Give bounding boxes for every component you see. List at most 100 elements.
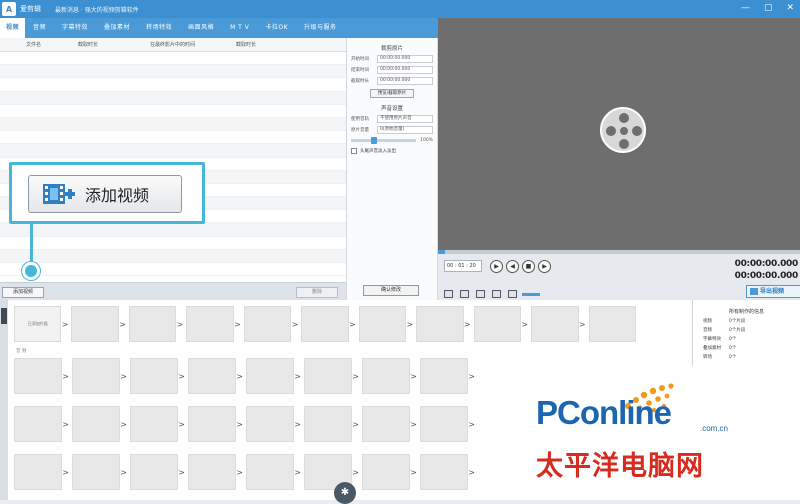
info-key: 转场 [703,355,712,360]
settings-icon[interactable] [492,290,501,298]
clip-slot[interactable]: > [130,406,185,442]
snapshot-icon[interactable] [444,290,453,298]
clip-slot[interactable]: > [416,306,471,342]
clip-slot[interactable]: > [188,358,243,394]
film-reel-icon [600,107,646,153]
app-logo: A [2,2,16,16]
title-bar: A 爱剪辑 最新消息 · 强大的视频剪辑软件 — ▢ ✕ [0,0,800,18]
clip-slot[interactable]: > [130,358,185,394]
clip-slot[interactable]: > [243,306,298,342]
clip-slot[interactable]: > [14,406,69,442]
end-time-label: 结束时间 [351,68,369,73]
preview-trim-button[interactable]: 预览/截取原片 [370,89,414,98]
audio-track-label: 音 频 [16,349,27,354]
clip-slot[interactable]: > [304,406,359,442]
list-item [0,105,346,118]
clip-slot[interactable]: > [420,454,475,490]
info-title: 所有制作的信息 [728,309,764,315]
clip-slot[interactable]: > [246,454,301,490]
info-value: 0个片段 [729,328,746,333]
confirm-button[interactable]: 确认修改 [363,285,419,296]
volume-slider[interactable] [351,137,417,144]
tab-overlay[interactable]: 叠加素材 [96,18,138,38]
app-name: 爱剪辑 [20,5,41,13]
clip-slot[interactable]: > [362,358,417,394]
add-video-button[interactable]: 添加视频 [2,287,44,298]
clip-slot[interactable]: > [531,306,586,342]
add-video-button-large[interactable]: 添加视频 [28,175,182,213]
start-time-input[interactable]: 00:00:00.000 [377,55,433,63]
watermark-brand: PConline [536,394,672,431]
clip-slot[interactable]: > [188,406,243,442]
tab-karaoke[interactable]: 卡拉OK [257,18,296,38]
next-frame-button[interactable]: ▶ [538,260,551,273]
clip-slot[interactable] [588,306,636,342]
tab-subtitle[interactable]: 字幕特效 [54,18,96,38]
clip-slot[interactable]: > [362,454,417,490]
minimize-button[interactable]: — [741,3,750,13]
clip-slot[interactable]: > [14,358,69,394]
clip-slot[interactable]: > [304,358,359,394]
clip-slot[interactable]: > [420,358,475,394]
clip-slot[interactable]: > [301,306,356,342]
clip-slot[interactable]: > [72,358,127,394]
clip-slot[interactable]: > [362,406,417,442]
delete-button[interactable]: 删除 [296,287,338,298]
col-duration[interactable]: 截取时长 [78,41,98,48]
timeline-zoom-knob[interactable]: ✱ [334,482,356,504]
add-video-callout: 添加视频 [9,162,205,224]
fade-checkbox[interactable] [351,148,357,154]
close-button[interactable]: ✕ [786,3,794,13]
time-input[interactable]: 00 : 01 : 20 [444,260,482,272]
playback-progress[interactable] [438,250,800,254]
clip-slot[interactable]: > [420,406,475,442]
clip-slot[interactable]: 已添加片段 > [14,306,68,342]
col-filename[interactable]: 文件名 [26,41,41,48]
list-item [0,144,346,158]
clip-slot[interactable]: > [72,406,127,442]
tab-mtv[interactable]: M T V [222,18,257,38]
trim-section-title: 裁剪原片 [380,46,403,52]
col-final-time[interactable]: 在最终影片中的时间 [150,41,195,48]
clip-slot[interactable]: > [71,306,126,342]
folder-icon[interactable] [460,290,469,298]
volume-icon[interactable] [508,290,517,298]
clip-slot[interactable]: > [72,454,127,490]
stop-button[interactable]: ■ [522,260,535,273]
timeline-handle[interactable] [1,308,7,324]
tab-audio[interactable]: 音频 [25,18,54,38]
clip-slot[interactable]: > [130,454,185,490]
first-slot-text: 已添加片段 [27,321,48,326]
list-item [0,131,346,145]
volume-input[interactable]: 0(原始音量) [377,126,433,134]
clip-slot[interactable]: > [186,306,241,342]
tab-video[interactable]: 视频 [0,18,26,38]
watermark-domain: .com.cn [700,424,729,433]
maximize-button[interactable]: ▢ [764,3,773,13]
clip-slot[interactable]: > [128,306,183,342]
clip-slot[interactable]: > [246,358,301,394]
current-timecode: 00:00:00.000 [734,259,799,269]
clip-slot[interactable]: > [473,306,528,342]
tab-style[interactable]: 画面风格 [180,18,222,38]
callout-pointer [30,224,33,266]
start-time-label: 开始时间 [351,57,369,62]
end-time-input[interactable]: 00:00:00.000 [377,66,433,74]
clip-slot[interactable]: > [14,454,69,490]
audio-track-select[interactable]: 不使用原片声音 [377,115,433,123]
col-clip-length[interactable]: 截取时长 [236,41,256,48]
copy-icon[interactable] [476,290,485,298]
tab-transition[interactable]: 转场特效 [138,18,180,38]
player-volume-slider[interactable] [522,293,540,296]
export-label: 导出视频 [760,288,785,295]
clip-slot[interactable]: > [246,406,301,442]
clip-slot[interactable]: > [358,306,413,342]
tab-upgrade[interactable]: 升级与服务 [296,18,345,38]
prev-frame-button[interactable]: ◀ [506,260,519,273]
play-button[interactable]: ▶ [490,260,503,273]
clip-slot[interactable]: > [188,454,243,490]
export-video-button[interactable]: 导出视频 [746,285,800,298]
duration-input[interactable]: 00:00:00.000 [377,77,433,85]
volume-slider-knob[interactable] [371,137,377,144]
info-value: 0个片段 [729,319,746,324]
